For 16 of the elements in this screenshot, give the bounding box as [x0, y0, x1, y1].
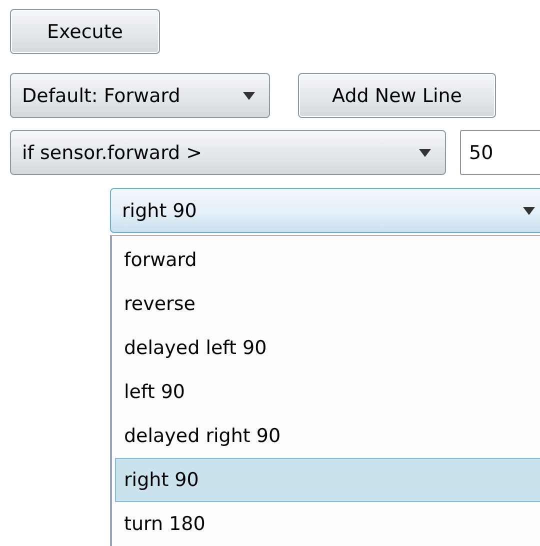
- dropdown-option[interactable]: left 90: [115, 370, 540, 414]
- action-select[interactable]: right 90: [110, 188, 540, 233]
- execute-button[interactable]: Execute: [10, 9, 160, 54]
- dropdown-caret-icon: [419, 148, 431, 156]
- dropdown-caret-icon: [243, 92, 255, 100]
- dropdown-caret-icon: [523, 206, 535, 214]
- dropdown-option[interactable]: reverse: [115, 282, 540, 326]
- dropdown-option[interactable]: right 90: [115, 458, 540, 502]
- add-new-line-button[interactable]: Add New Line: [298, 73, 496, 118]
- threshold-input[interactable]: 50: [460, 130, 540, 175]
- condition-select[interactable]: if sensor.forward >: [10, 130, 446, 175]
- default-action-select[interactable]: Default: Forward: [10, 73, 270, 118]
- dropdown-option[interactable]: turn 180: [115, 502, 540, 546]
- dropdown-option[interactable]: forward: [115, 238, 540, 282]
- dropdown-option[interactable]: delayed left 90: [115, 326, 540, 370]
- dropdown-option[interactable]: delayed right 90: [115, 414, 540, 458]
